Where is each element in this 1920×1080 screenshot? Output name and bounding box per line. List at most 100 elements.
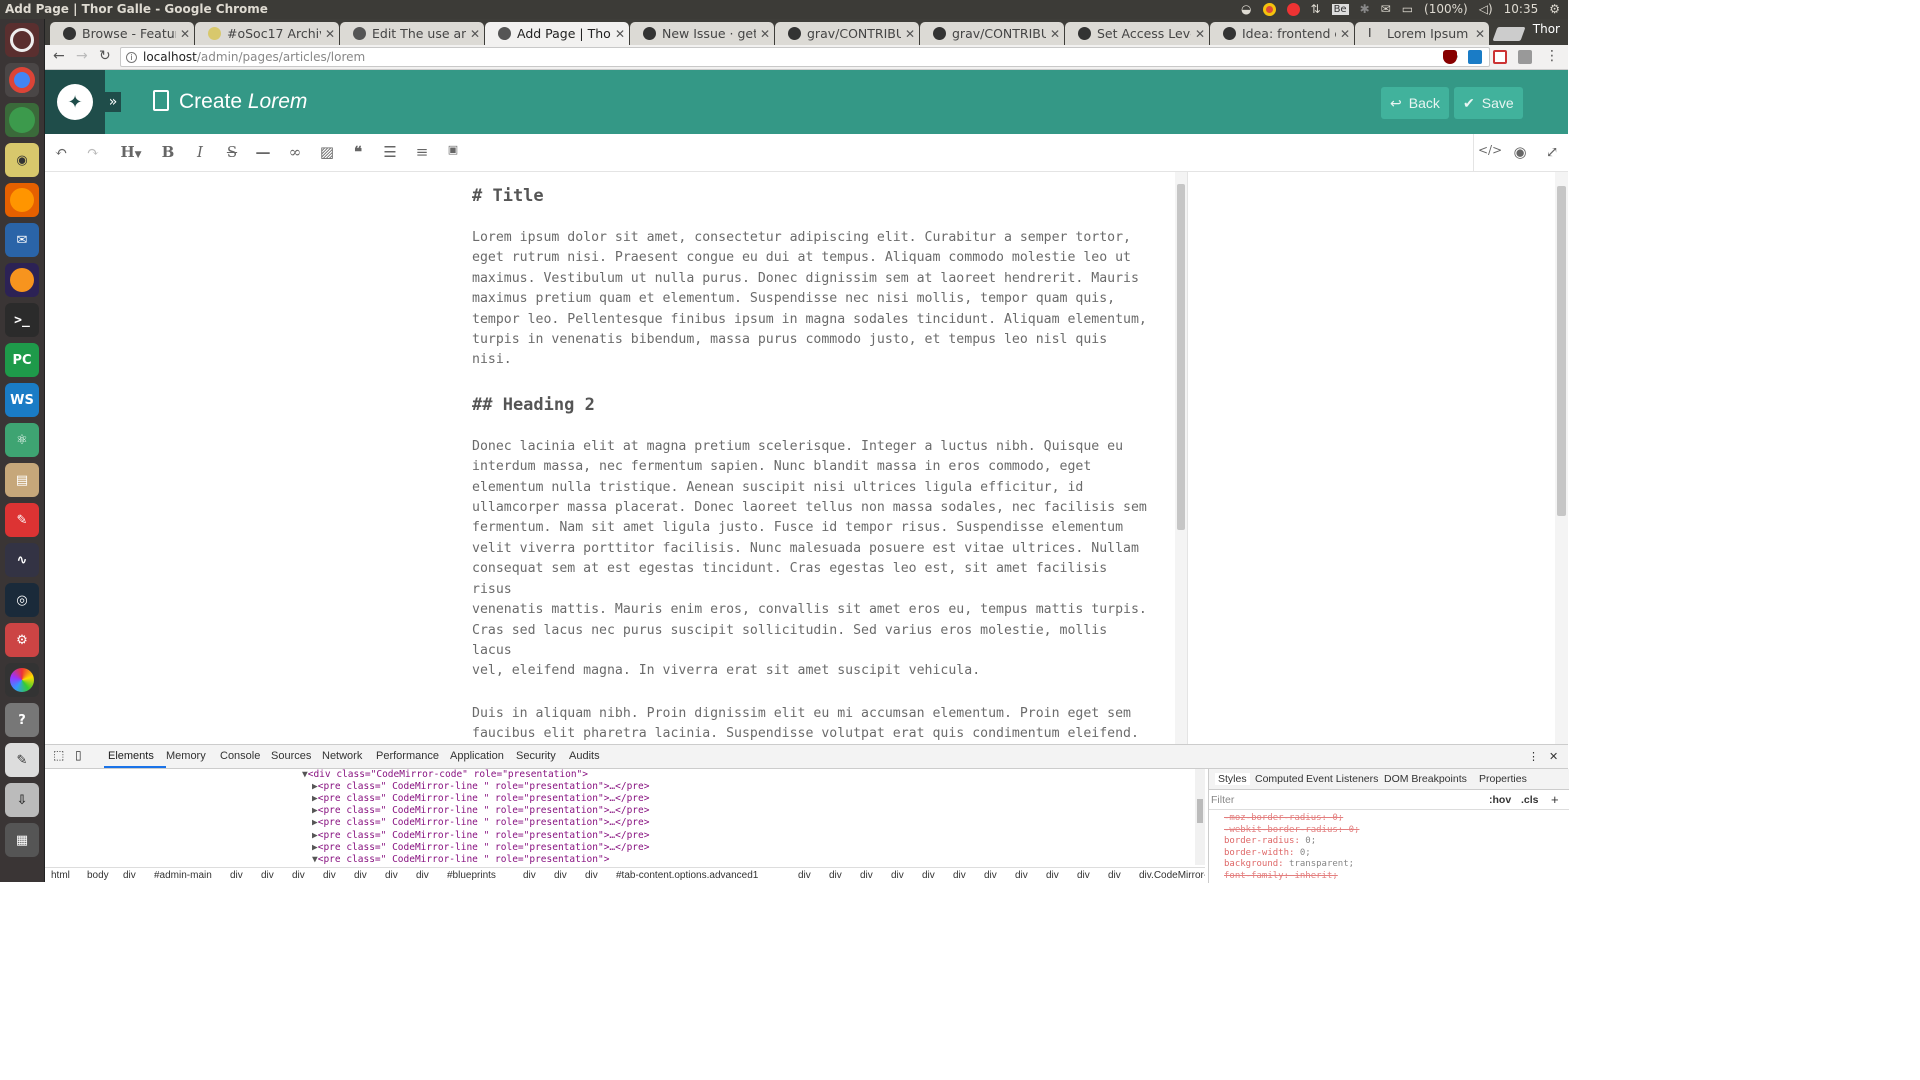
launcher-installer-icon[interactable]: ⇩ <box>5 783 39 817</box>
add-style-rule-icon[interactable]: + <box>1551 792 1559 807</box>
launcher-steam-icon[interactable]: ◎ <box>5 583 39 617</box>
markdown-paragraph[interactable]: Lorem ipsum dolor sit amet, consectetur … <box>472 228 1152 371</box>
network-icon[interactable]: ◒ <box>1241 2 1251 16</box>
battery-percent[interactable]: (100%) <box>1424 2 1468 16</box>
tab-application[interactable]: Application <box>450 750 504 762</box>
volume-icon[interactable]: ◁) <box>1479 2 1493 16</box>
tab-properties[interactable]: Properties <box>1479 773 1527 785</box>
css-declaration[interactable]: -moz-border-radius: 0; <box>1224 813 1359 825</box>
launcher-workspace-icon[interactable]: ▦ <box>5 823 39 857</box>
hov-toggle[interactable]: :hov <box>1489 794 1511 806</box>
breadcrumb-item[interactable]: body <box>87 870 109 881</box>
settings-icon[interactable]: ⚙ <box>1549 2 1560 16</box>
css-declarations[interactable]: -moz-border-radius: 0; -webkit-border-rad… <box>1224 813 1359 882</box>
browser-tab[interactable]: ILorem Ipsum - All✕ <box>1355 22 1489 45</box>
behance-icon[interactable]: Be <box>1331 3 1349 15</box>
tab-security[interactable]: Security <box>516 750 556 762</box>
image-icon[interactable]: ▨ <box>316 143 338 163</box>
browser-tab[interactable]: Browse - Feature✕ <box>50 22 194 45</box>
styles-filter[interactable]: Filter :hov .cls + <box>1209 790 1569 810</box>
tab-network[interactable]: Network <box>322 750 362 762</box>
tab-performance[interactable]: Performance <box>376 750 439 762</box>
preview-eye-icon[interactable]: ◉ <box>1509 143 1531 163</box>
dom-node[interactable]: ▼<div class="CodeMirror-code" role="pres… <box>302 769 588 781</box>
breadcrumb-item[interactable]: div <box>1046 870 1059 881</box>
bluetooth-icon[interactable]: ✱ <box>1360 2 1370 16</box>
browser-tab[interactable]: #oSoc17 Archive✕ <box>195 22 339 45</box>
tab-console[interactable]: Console <box>220 750 260 762</box>
launcher-evince-icon[interactable]: ✎ <box>5 503 39 537</box>
launcher-terminal-icon[interactable]: >_ <box>5 303 39 337</box>
new-tab-button[interactable] <box>1492 27 1526 41</box>
dom-node[interactable]: ▶<pre class=" CodeMirror-line " role="pr… <box>312 781 649 793</box>
numbered-list-icon[interactable]: ≡ <box>411 143 433 163</box>
close-icon[interactable]: ✕ <box>1336 27 1354 41</box>
mail-icon[interactable]: ✉ <box>1381 2 1391 16</box>
browser-tab[interactable]: Set Access Level ✕ <box>1065 22 1209 45</box>
close-icon[interactable]: ✕ <box>321 27 339 41</box>
heading-dropdown-icon[interactable]: H▼ <box>115 143 147 163</box>
forward-arrow-icon[interactable]: → <box>76 48 88 64</box>
close-icon[interactable]: ✕ <box>901 27 919 41</box>
breadcrumb-item[interactable]: div <box>323 870 336 881</box>
css-declaration[interactable]: font-family: inherit; <box>1224 871 1359 883</box>
link-icon[interactable]: ∞ <box>284 143 306 163</box>
breadcrumb-item[interactable]: div <box>416 870 429 881</box>
tab-dom-breakpoints[interactable]: DOM Breakpoints <box>1384 773 1467 785</box>
launcher-settings-icon[interactable]: ⚙ <box>5 623 39 657</box>
bold-icon[interactable]: B <box>157 143 179 163</box>
launcher-pycharm-icon[interactable]: PC <box>5 343 39 377</box>
breadcrumb-item[interactable]: div <box>261 870 274 881</box>
tab-styles[interactable]: Styles <box>1215 773 1250 785</box>
close-icon[interactable]: ✕ <box>1191 27 1209 41</box>
scrollbar-thumb[interactable] <box>1557 186 1566 516</box>
markdown-heading-2[interactable]: ## Heading 2 <box>472 393 1152 417</box>
breadcrumb-item[interactable]: #admin-main <box>154 870 212 881</box>
css-declaration[interactable]: -webkit-border-radius: 0; <box>1224 825 1359 837</box>
dom-scrollbar[interactable] <box>1195 769 1205 865</box>
bullet-list-icon[interactable]: ☰ <box>379 143 401 163</box>
close-icon[interactable]: ✕ <box>611 27 629 41</box>
battery-icon[interactable]: ▭ <box>1402 2 1413 16</box>
cls-toggle[interactable]: .cls <box>1521 794 1539 806</box>
device-toolbar-icon[interactable]: ▯ <box>75 748 82 762</box>
scrollbar-thumb[interactable] <box>1177 184 1185 530</box>
launcher-chrome-icon[interactable] <box>5 63 39 97</box>
markdown-paragraph[interactable]: Duis in aliquam nibh. Proin dignissim el… <box>472 704 1152 744</box>
launcher-globe-icon[interactable] <box>5 103 39 137</box>
grav-logo[interactable]: ✦ <box>45 70 105 134</box>
extension-cross-icon[interactable] <box>1493 50 1507 64</box>
dom-node[interactable]: ▶<pre class=" CodeMirror-line " role="pr… <box>312 817 649 829</box>
page-scrollbar[interactable] <box>1555 172 1568 744</box>
chrome-menu-icon[interactable]: ⋮ <box>1545 48 1559 64</box>
breadcrumb-item[interactable]: div <box>230 870 243 881</box>
close-icon[interactable]: ✕ <box>1046 27 1064 41</box>
code-view-icon[interactable]: </> <box>1478 143 1502 163</box>
launcher-editor-icon[interactable]: ✎ <box>5 743 39 777</box>
breadcrumb-item[interactable]: div <box>123 870 136 881</box>
browser-tab[interactable]: grav/CONTRIBUT✕ <box>775 22 919 45</box>
sidebar-expand-icon[interactable]: » <box>105 92 121 112</box>
close-icon[interactable]: ✕ <box>176 27 194 41</box>
strikethrough-icon[interactable]: S <box>221 143 243 163</box>
devtools-menu-icon[interactable]: ⋮ <box>1528 750 1539 763</box>
breadcrumb-item[interactable]: html <box>51 870 70 881</box>
dom-node[interactable]: ▶<pre class=" CodeMirror-line " role="pr… <box>312 793 649 805</box>
clock[interactable]: 10:35 <box>1504 2 1539 16</box>
profile-name[interactable]: Thor <box>1533 22 1560 36</box>
breadcrumb-item[interactable]: div <box>860 870 873 881</box>
breadcrumb-item[interactable]: div <box>984 870 997 881</box>
tab-sources[interactable]: Sources <box>271 750 311 762</box>
reload-icon[interactable]: ↻ <box>99 48 111 64</box>
breadcrumb-item[interactable]: div <box>292 870 305 881</box>
fullscreen-icon[interactable]: ⤢ <box>1541 143 1563 163</box>
launcher-camera-icon[interactable]: ◉ <box>5 143 39 177</box>
info-icon[interactable]: i <box>126 51 137 63</box>
dom-node[interactable]: ▼<pre class=" CodeMirror-line " role="pr… <box>312 854 609 866</box>
dom-node[interactable]: ▶<pre class=" CodeMirror-line " role="pr… <box>312 830 649 842</box>
launcher-atom-icon[interactable]: ⚛ <box>5 423 39 457</box>
dom-tree[interactable]: ▼<div class="CodeMirror-code" role="pres… <box>45 769 1195 869</box>
breadcrumb-item[interactable]: div <box>1108 870 1121 881</box>
chrome-icon[interactable] <box>1262 2 1276 16</box>
markdown-paragraph[interactable]: Donec lacinia elit at magna pretium scel… <box>472 437 1152 682</box>
